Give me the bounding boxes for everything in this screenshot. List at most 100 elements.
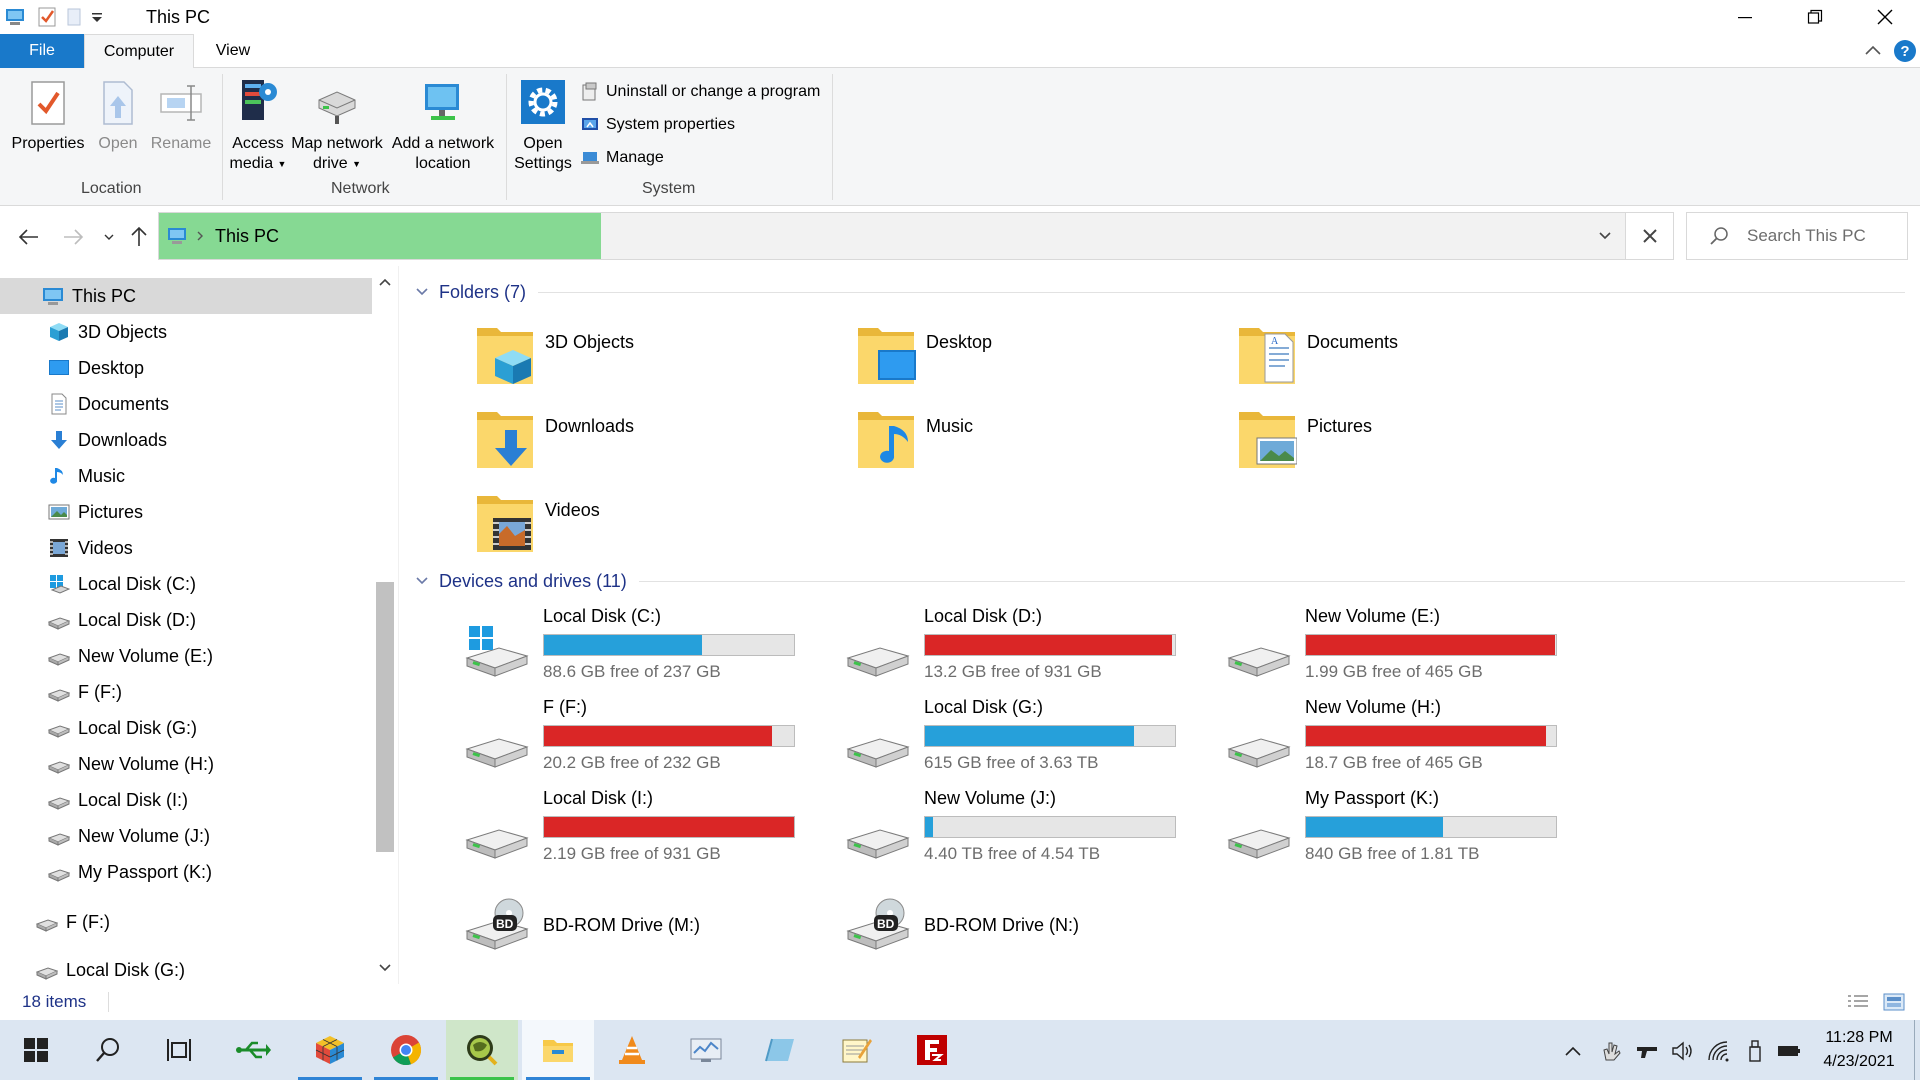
scrollbar-thumb[interactable] <box>376 582 394 852</box>
breadcrumb[interactable]: This PC <box>159 213 601 259</box>
tray-app-icon[interactable] <box>1598 1038 1624 1064</box>
drive-item[interactable]: New Volume (H:) 18.7 GB free of 465 GB <box>1227 697 1607 783</box>
sidebar-item[interactable]: F (F:) <box>0 674 372 710</box>
access-media-button[interactable]: Access media ▼ <box>228 68 288 174</box>
close-button[interactable] <box>1850 0 1920 34</box>
folders-section-header[interactable]: Folders (7) <box>415 279 1905 305</box>
map-network-drive-button[interactable]: Map network drive ▼ <box>290 68 384 174</box>
recent-locations-button[interactable] <box>94 222 124 252</box>
taskbar-filezilla[interactable] <box>896 1020 968 1080</box>
properties-quick-access-icon[interactable] <box>36 6 58 28</box>
show-desktop-button[interactable] <box>1914 1020 1920 1080</box>
taskbar-chrome[interactable] <box>370 1020 442 1080</box>
search-input[interactable]: Search This PC <box>1686 212 1908 260</box>
sidebar-item[interactable]: Local Disk (G:) <box>0 710 372 746</box>
folder-item[interactable]: Desktop <box>856 320 1216 396</box>
sidebar-item[interactable]: Pictures <box>0 494 372 530</box>
sidebar-item[interactable]: This PC <box>0 278 372 314</box>
sidebar-item[interactable]: 3D Objects <box>0 314 372 350</box>
sidebar-item[interactable]: F (F:) <box>0 904 372 940</box>
drive-item[interactable]: My Passport (K:) 840 GB free of 1.81 TB <box>1227 788 1607 874</box>
up-button[interactable] <box>124 222 154 252</box>
start-button[interactable] <box>0 1020 72 1080</box>
address-history-dropdown[interactable] <box>1585 213 1625 259</box>
drive-item[interactable]: Local Disk (G:) 615 GB free of 3.63 TB <box>846 697 1226 783</box>
sidebar-item[interactable]: Documents <box>0 386 372 422</box>
folder-item[interactable]: A Documents <box>1237 320 1597 396</box>
drive-item[interactable]: Local Disk (D:) 13.2 GB free of 931 GB <box>846 606 1226 692</box>
open-settings-button[interactable]: Open Settings <box>512 68 574 174</box>
taskbar: 11:28 PM 4/23/2021 <box>0 1020 1920 1080</box>
sidebar-item[interactable]: New Volume (H:) <box>0 746 372 782</box>
tab-computer[interactable]: Computer <box>84 34 194 69</box>
taskbar-notepad-app[interactable] <box>820 1020 892 1080</box>
tab-file[interactable]: File <box>0 34 84 68</box>
sidebar-item[interactable]: My Passport (K:) <box>0 854 372 890</box>
folder-item[interactable]: 3D Objects <box>475 320 835 396</box>
drive-item[interactable]: New Volume (J:) 4.40 TB free of 4.54 TB <box>846 788 1226 874</box>
uninstall-program-button[interactable]: Uninstall or change a program <box>580 80 820 104</box>
folder-item[interactable]: Downloads <box>475 404 835 480</box>
folder-item[interactable]: Music <box>856 404 1216 480</box>
new-folder-quick-access-icon[interactable] <box>62 6 84 28</box>
taskbar-search-button[interactable] <box>72 1020 144 1080</box>
taskbar-vlc[interactable] <box>596 1020 668 1080</box>
back-button[interactable] <box>14 222 44 252</box>
taskbar-monitor-app[interactable] <box>670 1020 742 1080</box>
taskbar-globe-app[interactable] <box>446 1020 518 1080</box>
breadcrumb-this-pc[interactable]: This PC <box>215 226 279 247</box>
restore-button[interactable] <box>1780 0 1850 34</box>
taskbar-cube-app[interactable] <box>294 1020 366 1080</box>
usb-device-tray-icon[interactable] <box>1742 1038 1768 1064</box>
drives-section-header[interactable]: Devices and drives (11) <box>415 568 1905 594</box>
folder-item[interactable]: Pictures <box>1237 404 1597 480</box>
sidebar-item[interactable]: Local Disk (C:) <box>0 566 372 602</box>
sidebar-item[interactable]: New Volume (J:) <box>0 818 372 854</box>
drive-item[interactable]: Local Disk (C:) 88.6 GB free of 237 GB <box>465 606 845 692</box>
add-network-location-button[interactable]: Add a network location <box>388 68 498 174</box>
taskbar-file-explorer[interactable] <box>522 1020 594 1080</box>
drive-item[interactable]: BD BD-ROM Drive (N:) <box>846 889 1226 975</box>
drive-item[interactable]: F (F:) 20.2 GB free of 232 GB <box>465 697 845 783</box>
large-icons-view-button[interactable] <box>1882 992 1906 1017</box>
scroll-up-button[interactable] <box>372 270 398 294</box>
sidebar-item[interactable]: Music <box>0 458 372 494</box>
minimize-button[interactable] <box>1710 0 1780 34</box>
address-bar[interactable]: This PC <box>158 212 1626 260</box>
sidebar-item[interactable]: Downloads <box>0 422 372 458</box>
scroll-down-button[interactable] <box>372 956 398 980</box>
this-pc-icon[interactable] <box>4 6 26 28</box>
properties-button[interactable]: Properties <box>8 68 88 154</box>
drive-item[interactable]: BD BD-ROM Drive (M:) <box>465 889 845 975</box>
sidebar-item[interactable]: Local Disk (G:) <box>0 952 372 988</box>
drive-item[interactable]: Local Disk (I:) 2.19 GB free of 931 GB <box>465 788 845 874</box>
rename-button[interactable]: Rename <box>148 68 214 154</box>
tab-view[interactable]: View <box>194 34 272 68</box>
sidebar-item[interactable]: New Volume (E:) <box>0 638 372 674</box>
drive-item[interactable]: New Volume (E:) 1.99 GB free of 465 GB <box>1227 606 1607 692</box>
tray-device-icon[interactable] <box>1634 1038 1660 1064</box>
show-hidden-icons-button[interactable] <box>1560 1038 1586 1064</box>
customize-quick-access-icon[interactable] <box>86 6 108 28</box>
collapse-ribbon-icon[interactable] <box>1864 42 1882 62</box>
taskbar-usb-app[interactable] <box>218 1020 290 1080</box>
clear-address-button[interactable] <box>1626 212 1674 260</box>
system-properties-button[interactable]: System properties <box>580 113 735 137</box>
battery-button[interactable] <box>1776 1038 1802 1064</box>
taskbar-clock[interactable]: 11:28 PM 4/23/2021 <box>1804 1026 1914 1074</box>
manage-button[interactable]: Manage <box>580 146 664 170</box>
folder-item[interactable]: Videos <box>475 488 835 564</box>
navigation-pane-scrollbar[interactable] <box>372 266 398 984</box>
volume-button[interactable] <box>1670 1038 1696 1064</box>
sidebar-item[interactable]: Local Disk (I:) <box>0 782 372 818</box>
sidebar-item[interactable]: Local Disk (D:) <box>0 602 372 638</box>
network-button[interactable] <box>1706 1038 1732 1064</box>
sidebar-item[interactable]: Videos <box>0 530 372 566</box>
taskbar-shield-app[interactable] <box>744 1020 816 1080</box>
forward-button[interactable] <box>58 222 88 252</box>
details-view-button[interactable] <box>1846 992 1870 1017</box>
help-button[interactable]: ? <box>1894 40 1916 62</box>
task-view-button[interactable] <box>144 1020 216 1080</box>
sidebar-item[interactable]: Desktop <box>0 350 372 386</box>
open-button[interactable]: Open <box>90 68 146 154</box>
